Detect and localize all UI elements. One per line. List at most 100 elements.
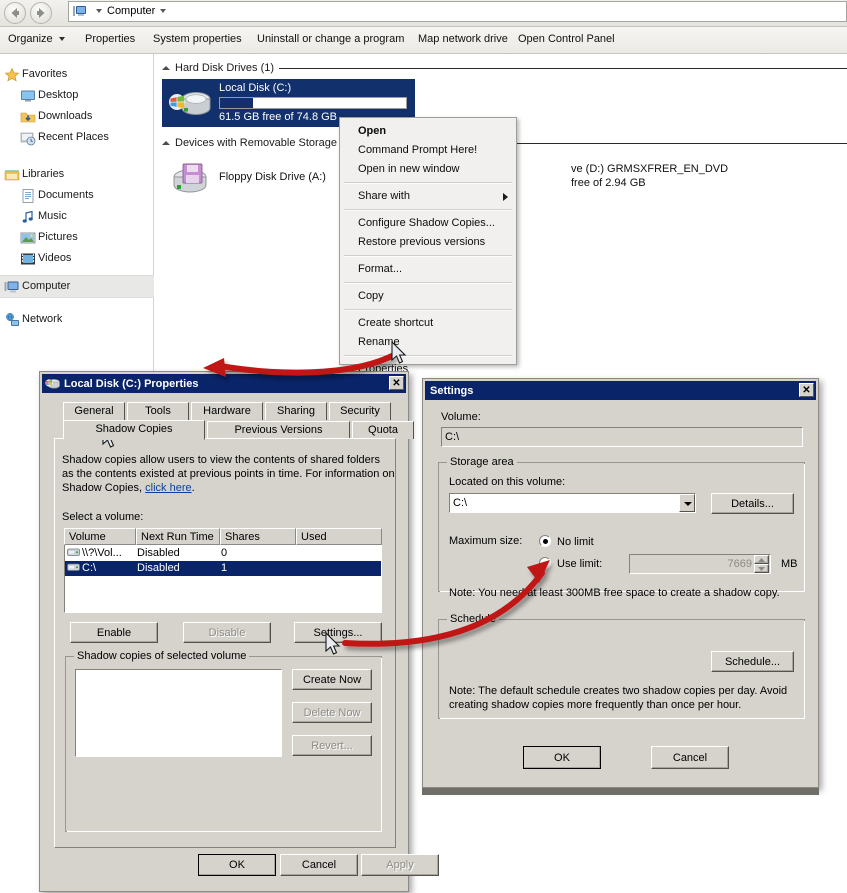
tab-hardware[interactable]: Hardware [191,402,263,420]
address-bar-path: Computer [91,5,171,17]
cell-volume-0: \\?\Vol... [82,547,122,559]
properties-dialog-titlebar[interactable]: Local Disk (C:) Properties ✕ [42,374,406,393]
enable-button[interactable]: Enable [70,622,158,643]
volume-label: Volume: [441,411,481,423]
local-disk-properties-dialog: Local Disk (C:) Properties ✕ General Too… [39,371,439,892]
close-icon[interactable]: ✕ [799,383,814,397]
music-icon [20,209,36,225]
toolbar-open-control-panel[interactable]: Open Control Panel [518,33,615,45]
quantity-stepper[interactable] [754,555,769,573]
group-header-hard-disk-drives[interactable]: Hard Disk Drives (1) [162,62,274,74]
properties-dialog-title: Local Disk (C:) Properties [64,377,199,390]
toolbar-organize[interactable]: Organize [8,33,65,45]
shadow-copies-list[interactable] [75,669,282,757]
table-row[interactable]: \\?\Vol... Disabled 0 [65,546,381,561]
use-limit-radio[interactable] [539,557,551,569]
disable-button[interactable]: Disable [183,622,271,643]
tab-security[interactable]: Security [329,402,391,420]
context-menu-item-create-shortcut[interactable]: Create shortcut [340,314,516,333]
toolbar-map-network-drive[interactable]: Map network drive [418,33,508,45]
apply-button[interactable]: Apply [361,854,439,876]
context-menu[interactable]: Open Command Prompt Here! Open in new wi… [339,117,517,375]
volume-value: C:\ [441,427,803,447]
desc-line3-pre: Shadow Copies, [62,482,146,494]
column-header-next-run-time[interactable]: Next Run Time [136,528,220,545]
schedule-note-line1: Note: The default schedule creates two s… [449,685,788,697]
stepper-up-icon[interactable] [754,555,769,564]
click-here-link[interactable]: click here [145,482,191,494]
table-row[interactable]: C:\ Disabled 1 [65,561,381,576]
ok-button[interactable]: OK [198,854,276,876]
settings-dialog-titlebar[interactable]: Settings ✕ [425,381,816,400]
chevron-down-icon[interactable] [679,494,695,512]
sidebar-item-libraries[interactable]: Libraries [0,164,175,185]
group-divider-hard-disk [279,68,847,69]
context-menu-item-command-prompt-here[interactable]: Command Prompt Here! [340,141,516,160]
tab-general[interactable]: General [63,402,125,420]
ok-button[interactable]: OK [523,746,601,769]
cell-shares-0: 0 [221,547,228,559]
cell-volume-1: C:\ [82,562,97,574]
context-menu-item-share-with[interactable]: Share with [340,187,516,206]
column-header-shares[interactable]: Shares [220,528,296,545]
create-now-button[interactable]: Create Now [292,669,372,690]
close-icon[interactable]: ✕ [389,376,404,390]
sidebar-item-computer[interactable]: Computer [0,275,175,298]
sidebar-label-pictures: Pictures [38,231,78,243]
toolbar-properties[interactable]: Properties [85,33,135,45]
shadow-copies-group-label: Shadow copies of selected volume [74,650,250,662]
storage-area-group-label: Storage area [447,456,517,468]
settings-dialog: Settings ✕ Volume: C:\ Storage area Loca… [422,378,819,788]
schedule-button[interactable]: Schedule... [711,651,794,672]
toolbar-uninstall-or-change-a-program[interactable]: Uninstall or change a program [257,33,404,45]
context-menu-item-restore-previous-versions[interactable]: Restore previous versions [340,233,516,252]
toolbar-system-properties[interactable]: System properties [153,33,242,45]
back-arrow-icon[interactable] [4,2,26,24]
address-bar[interactable]: Computer [68,1,847,22]
desc-line3-post: . [191,482,195,494]
group-header-removable-storage[interactable]: Devices with Removable Storage (2) [162,137,354,149]
delete-now-button[interactable]: Delete Now [292,702,372,723]
context-menu-separator-5 [344,309,512,311]
context-menu-item-open-in-new-window[interactable]: Open in new window [340,160,516,179]
column-header-volume[interactable]: Volume [64,528,136,545]
drive-free-space-local-disk: 61.5 GB free of 74.8 GB [219,111,338,123]
context-menu-item-rename[interactable]: Rename [340,333,516,352]
tab-previous-versions[interactable]: Previous Versions [207,421,350,439]
shadow-copies-description-line3: Shadow Copies, click here. [62,482,195,494]
located-volume-combobox[interactable]: C:\ [449,493,696,513]
tab-tools[interactable]: Tools [127,402,189,420]
stepper-down-icon[interactable] [754,564,769,573]
context-menu-item-copy[interactable]: Copy [340,287,516,306]
tab-quota[interactable]: Quota [352,421,414,439]
collapse-triangle-icon-2 [162,141,170,146]
forward-arrow-icon[interactable] [30,2,52,24]
toolbar-organize-label: Organize [8,33,53,45]
hard-disk-icon [168,88,212,125]
tab-sharing[interactable]: Sharing [265,402,327,420]
context-menu-item-open[interactable]: Open [340,122,516,141]
tab-shadow-copies[interactable]: Shadow Copies [63,420,205,440]
limit-units-label: MB [781,558,798,570]
sidebar-label-computer: Computer [22,280,71,292]
revert-button[interactable]: Revert... [292,735,372,756]
cancel-button[interactable]: Cancel [651,746,729,769]
sidebar-item-favorites[interactable]: Favorites [0,64,175,85]
documents-icon [20,188,36,204]
context-menu-item-configure-shadow-copies[interactable]: Configure Shadow Copies... [340,214,516,233]
drive-name-floppy: Floppy Disk Drive (A:) [219,171,326,183]
sidebar-item-network[interactable]: Network [0,309,175,330]
sidebar-label-music: Music [38,210,67,222]
context-menu-item-format[interactable]: Format... [340,260,516,279]
schedule-group-label: Schedule [447,613,499,625]
column-header-used[interactable]: Used [296,528,382,545]
context-menu-separator-3 [344,255,512,257]
pictures-icon [20,230,36,246]
cancel-button[interactable]: Cancel [280,854,358,876]
no-limit-radio[interactable] [539,535,551,547]
volume-icon [67,562,80,578]
sidebar-label-libraries: Libraries [22,168,65,180]
limit-value-input[interactable]: 7669 [629,554,771,574]
collapse-triangle-icon [162,66,170,71]
details-button[interactable]: Details... [711,493,794,514]
